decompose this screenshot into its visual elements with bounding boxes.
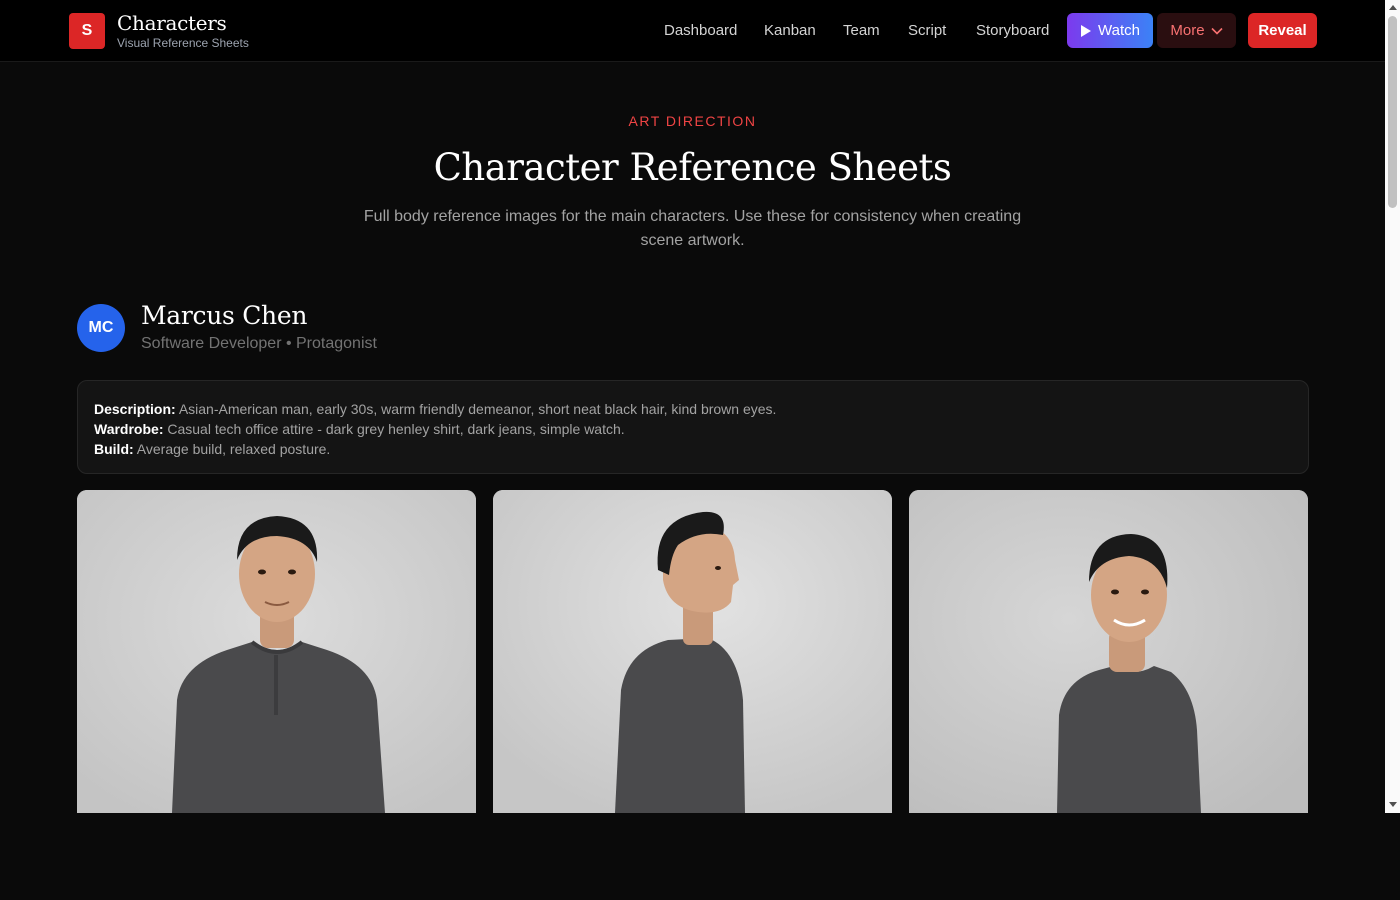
nav-team[interactable]: Team: [843, 22, 880, 39]
nav-kanban[interactable]: Kanban: [764, 22, 816, 39]
app-title: Characters: [117, 11, 227, 35]
app-subtitle: Visual Reference Sheets: [117, 36, 249, 50]
scroll-up-arrow-icon[interactable]: [1389, 5, 1397, 10]
character-details-card: Description: Asian-American man, early 3…: [77, 380, 1309, 474]
character-name: Marcus Chen: [141, 301, 308, 330]
character-avatar: MC: [77, 304, 125, 352]
section-eyebrow: ART DIRECTION: [628, 113, 757, 129]
nav-script[interactable]: Script: [908, 22, 946, 39]
character-role: Software Developer • Protagonist: [141, 335, 377, 352]
character-image-profile[interactable]: [493, 490, 892, 813]
page-description: Full body reference images for the main …: [363, 208, 1022, 249]
reveal-button[interactable]: Reveal: [1248, 13, 1317, 48]
description-label: Description:: [94, 401, 176, 417]
more-dropdown-button[interactable]: More: [1157, 13, 1236, 48]
wardrobe-line: Wardrobe: Casual tech office attire - da…: [94, 419, 1292, 439]
nav-storyboard[interactable]: Storyboard: [976, 22, 1049, 39]
play-icon: [1081, 24, 1092, 37]
description-line: Description: Asian-American man, early 3…: [94, 399, 1292, 419]
character-image-front[interactable]: [77, 490, 476, 813]
description-text: Asian-American man, early 30s, warm frie…: [178, 401, 777, 417]
scroll-down-arrow-icon[interactable]: [1389, 802, 1397, 807]
vertical-scrollbar[interactable]: [1385, 0, 1400, 813]
wardrobe-text: Casual tech office attire - dark grey he…: [167, 421, 625, 437]
character-image-three-quarter[interactable]: [909, 490, 1308, 813]
page-title: Character Reference Sheets: [433, 146, 952, 189]
more-button-label: More: [1170, 22, 1205, 39]
chevron-down-icon: [1211, 27, 1223, 35]
watch-button[interactable]: Watch: [1067, 13, 1153, 48]
build-label: Build:: [94, 441, 134, 457]
build-line: Build: Average build, relaxed posture.: [94, 439, 1292, 459]
top-navbar: S Characters Visual Reference Sheets Das…: [0, 0, 1385, 62]
nav-dashboard[interactable]: Dashboard: [664, 22, 737, 39]
scrollbar-thumb[interactable]: [1388, 16, 1397, 208]
watch-button-label: Watch: [1098, 22, 1140, 39]
build-text: Average build, relaxed posture.: [136, 441, 331, 457]
app-logo[interactable]: S: [69, 13, 105, 49]
wardrobe-label: Wardrobe:: [94, 421, 164, 437]
